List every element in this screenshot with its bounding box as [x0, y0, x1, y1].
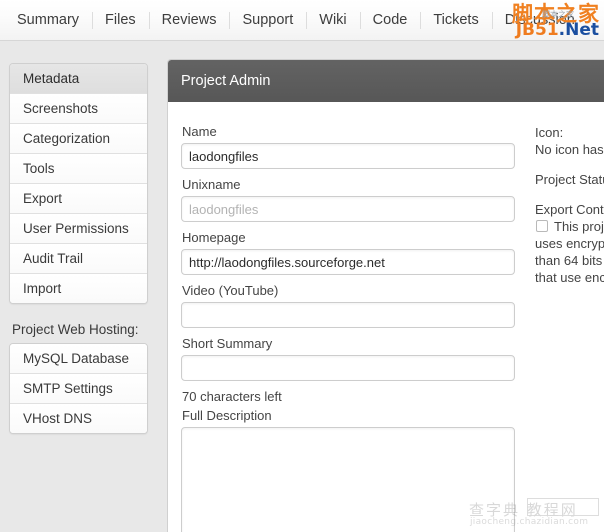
label-homepage: Homepage [182, 230, 519, 246]
tab-code[interactable]: Code [360, 0, 421, 40]
tab-wiki[interactable]: Wiki [306, 0, 359, 40]
export-control-line-3: than 64 bits [535, 252, 604, 269]
name-input[interactable] [181, 143, 515, 169]
panel-body: Name Unixname Homepage Video (YouTube) S [168, 102, 604, 532]
export-control-line-1: This proje [554, 218, 604, 235]
sidebar-heading-web-hosting: Project Web Hosting: [12, 322, 160, 337]
project-admin-panel: Project Admin Name Unixname Homepage Vid… [167, 59, 604, 532]
homepage-input[interactable] [181, 249, 515, 275]
label-short-summary: Short Summary [182, 336, 519, 352]
label-video: Video (YouTube) [182, 283, 519, 299]
tab-summary[interactable]: Summary [4, 0, 92, 40]
field-group-video: Video (YouTube) [181, 283, 519, 328]
video-input[interactable] [181, 302, 515, 328]
sidebar: Metadata Screenshots Categorization Tool… [0, 41, 160, 532]
sidebar-item-screenshots[interactable]: Screenshots [10, 94, 147, 124]
tab-files[interactable]: Files [92, 0, 149, 40]
export-control-line-4: that use encr [535, 269, 604, 286]
label-unixname: Unixname [182, 177, 519, 193]
form-column-left: Name Unixname Homepage Video (YouTube) S [181, 124, 519, 532]
sidebar-item-import[interactable]: Import [10, 274, 147, 303]
short-summary-input[interactable] [181, 355, 515, 381]
field-group-homepage: Homepage [181, 230, 519, 275]
label-project-status: Project Statu [535, 171, 604, 188]
export-control-checkbox-row[interactable]: This proje [535, 218, 604, 235]
tab-tickets[interactable]: Tickets [420, 0, 491, 40]
sidebar-item-metadata[interactable]: Metadata [10, 64, 147, 94]
sidebar-group-admin: Metadata Screenshots Categorization Tool… [9, 63, 148, 304]
label-full-description: Full Description [182, 408, 519, 424]
sidebar-item-export[interactable]: Export [10, 184, 147, 214]
unixname-input[interactable] [181, 196, 515, 222]
field-group-name: Name [181, 124, 519, 169]
full-description-textarea[interactable] [181, 427, 515, 532]
sidebar-item-categorization[interactable]: Categorization [10, 124, 147, 154]
label-export-control: Export Contr [535, 201, 604, 218]
field-group-short-summary: Short Summary [181, 336, 519, 381]
sidebar-group-hosting: MySQL Database SMTP Settings VHost DNS [9, 343, 148, 434]
tab-discussion[interactable]: Discussion [492, 0, 588, 40]
sidebar-item-audit-trail[interactable]: Audit Trail [10, 244, 147, 274]
characters-left-counter: 70 characters left [182, 389, 519, 404]
tab-reviews[interactable]: Reviews [149, 0, 230, 40]
field-group-full-description: Full Description [181, 408, 519, 532]
spacer-2 [535, 188, 604, 201]
main-content: Project Admin Name Unixname Homepage Vid… [160, 41, 604, 532]
tab-support[interactable]: Support [229, 0, 306, 40]
label-icon: Icon: [535, 124, 604, 141]
field-group-unixname: Unixname [181, 177, 519, 222]
sidebar-item-user-permissions[interactable]: User Permissions [10, 214, 147, 244]
spacer-1 [535, 158, 604, 171]
form-column-right: Icon: No icon has Project Statu Export C… [535, 124, 604, 532]
sidebar-item-tools[interactable]: Tools [10, 154, 147, 184]
top-navigation-bar: Summary Files Reviews Support Wiki Code … [0, 0, 604, 41]
icon-status-text: No icon has [535, 141, 604, 158]
label-name: Name [182, 124, 519, 140]
tab-list: Summary Files Reviews Support Wiki Code … [4, 0, 588, 40]
sidebar-item-vhost-dns[interactable]: VHost DNS [10, 404, 147, 433]
panel-title: Project Admin [168, 60, 604, 102]
sidebar-item-smtp-settings[interactable]: SMTP Settings [10, 374, 147, 404]
export-control-checkbox[interactable] [536, 220, 548, 232]
export-control-line-2: uses encrypt [535, 235, 604, 252]
sidebar-item-mysql-database[interactable]: MySQL Database [10, 344, 147, 374]
